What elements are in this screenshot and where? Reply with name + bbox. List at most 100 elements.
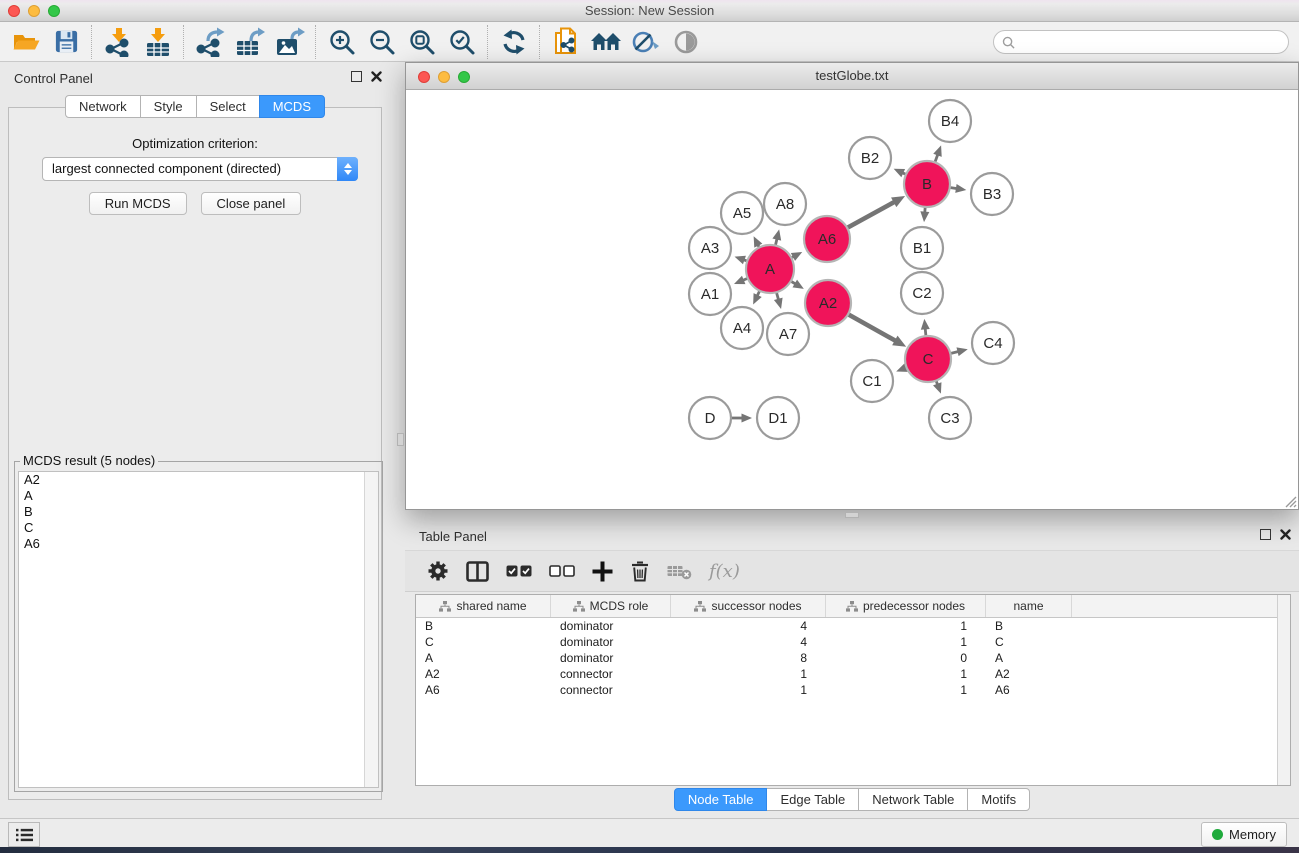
- zoom-fit-button[interactable]: [402, 24, 442, 60]
- save-session-button[interactable]: [46, 24, 86, 60]
- tab-motifs[interactable]: Motifs: [967, 788, 1030, 811]
- mcds-result-list[interactable]: A2ABCA6: [18, 471, 379, 788]
- search-field[interactable]: [993, 30, 1289, 54]
- tab-network-table[interactable]: Network Table: [858, 788, 968, 811]
- table-cell: 4: [671, 634, 826, 650]
- table-row[interactable]: Bdominator41B: [416, 618, 1290, 634]
- split-view-button[interactable]: [466, 561, 489, 582]
- memory-status-icon: [1212, 829, 1223, 840]
- mcds-result-item[interactable]: A: [19, 488, 378, 504]
- mcds-result-item[interactable]: B: [19, 504, 378, 520]
- tab-style[interactable]: Style: [140, 95, 197, 118]
- result-list-scrollbar[interactable]: [364, 472, 378, 787]
- graph-edge-A2-C[interactable]: [848, 314, 897, 341]
- hide-labels-button[interactable]: [626, 24, 666, 60]
- status-bar: Memory: [0, 818, 1299, 847]
- tab-mcds[interactable]: MCDS: [259, 95, 325, 118]
- table-cell: 1: [826, 666, 986, 682]
- delete-column-button[interactable]: [630, 560, 650, 582]
- mcds-result-groupbox: MCDS result (5 nodes) A2ABCA6: [14, 461, 383, 792]
- criterion-dropdown-value: largest connected component (directed): [52, 161, 281, 176]
- delete-table-button[interactable]: [667, 562, 692, 580]
- eye-button[interactable]: [666, 24, 706, 60]
- table-cell: 4: [671, 618, 826, 634]
- close-panel-icon[interactable]: [371, 71, 382, 82]
- table-cell: dominator: [551, 650, 671, 666]
- dropdown-stepper-icon: [337, 157, 358, 181]
- resize-grip-icon[interactable]: [1283, 494, 1297, 508]
- zoom-in-button[interactable]: [322, 24, 362, 60]
- tab-select[interactable]: Select: [196, 95, 260, 118]
- node-table: shared nameMCDS rolesuccessor nodesprede…: [415, 594, 1291, 786]
- graph-edge-arrowhead: [772, 229, 781, 240]
- table-cell: B: [416, 618, 551, 634]
- mcds-result-item[interactable]: A6: [19, 536, 378, 552]
- save-icon: [53, 28, 80, 55]
- refresh-button[interactable]: [494, 24, 534, 60]
- table-scrollbar[interactable]: [1277, 595, 1290, 785]
- function-builder-button[interactable]: f(x): [709, 561, 740, 582]
- close-panel-button[interactable]: Close panel: [201, 192, 302, 215]
- export-table-button[interactable]: [230, 24, 270, 60]
- list-icon: [16, 828, 33, 842]
- float-panel-icon[interactable]: [351, 71, 362, 82]
- horizontal-splitter-handle[interactable]: [845, 512, 859, 518]
- graph-edge-A6-B[interactable]: [847, 201, 895, 228]
- run-mcds-button[interactable]: Run MCDS: [89, 192, 187, 215]
- import-network-icon: [104, 27, 132, 57]
- graph-edge-arrowhead: [920, 211, 929, 222]
- tab-node-table[interactable]: Node Table: [674, 788, 768, 811]
- duplicate-network-button[interactable]: [546, 24, 586, 60]
- table-cell: 0: [826, 650, 986, 666]
- window-title: Session: New Session: [0, 3, 1299, 18]
- table-row[interactable]: A2connector11A2: [416, 666, 1290, 682]
- homes-button[interactable]: [586, 24, 626, 60]
- table-row[interactable]: Cdominator41C: [416, 634, 1290, 650]
- import-network-button[interactable]: [98, 24, 138, 60]
- zoom-selected-icon: [448, 28, 476, 56]
- table-settings-button[interactable]: [427, 560, 449, 582]
- network-window-titlebar: testGlobe.txt: [406, 63, 1298, 90]
- table-cell: 1: [671, 666, 826, 682]
- criterion-dropdown[interactable]: largest connected component (directed): [42, 157, 358, 181]
- graph-node-label: A3: [701, 240, 719, 257]
- deselect-all-columns-button[interactable]: [549, 565, 575, 577]
- float-table-panel-icon[interactable]: [1260, 529, 1271, 540]
- close-table-panel-icon[interactable]: [1280, 529, 1291, 540]
- column-header-name[interactable]: name: [986, 595, 1072, 617]
- column-header-MCDS-role[interactable]: MCDS role: [551, 595, 671, 617]
- column-header-shared-name[interactable]: shared name: [416, 595, 551, 617]
- tab-edge-table[interactable]: Edge Table: [766, 788, 859, 811]
- zoom-selected-button[interactable]: [442, 24, 482, 60]
- column-header-successor-nodes[interactable]: successor nodes: [671, 595, 826, 617]
- table-row[interactable]: A6connector11A6: [416, 682, 1290, 698]
- add-column-button[interactable]: [592, 561, 613, 582]
- tab-network[interactable]: Network: [65, 95, 141, 118]
- zoom-out-button[interactable]: [362, 24, 402, 60]
- open-session-button[interactable]: [6, 24, 46, 60]
- table-cell: C: [986, 634, 1072, 650]
- import-table-button[interactable]: [138, 24, 178, 60]
- mcds-result-title: MCDS result (5 nodes): [20, 453, 158, 468]
- toolbar-separator: [315, 25, 317, 59]
- task-history-button[interactable]: [8, 822, 40, 847]
- table-cell: 1: [826, 618, 986, 634]
- mcds-result-item[interactable]: A2: [19, 472, 378, 488]
- table-cell: A6: [416, 682, 551, 698]
- column-header-predecessor-nodes[interactable]: predecessor nodes: [826, 595, 986, 617]
- graph-node-label: A6: [818, 231, 836, 248]
- graph-node-label: D: [705, 410, 716, 427]
- vertical-splitter-handle[interactable]: [397, 433, 404, 446]
- memory-button[interactable]: Memory: [1201, 822, 1287, 847]
- network-graph-canvas[interactable]: B4B2BB3A8A5A6A3B1AA1C2A2A4A7C4CC1C3DD1: [406, 90, 1298, 509]
- export-image-button[interactable]: [270, 24, 310, 60]
- graph-node-label: A4: [733, 320, 751, 337]
- search-input[interactable]: [1019, 34, 1280, 51]
- select-all-columns-button[interactable]: [506, 565, 532, 577]
- mcds-result-item[interactable]: C: [19, 520, 378, 536]
- table-row[interactable]: Adominator80A: [416, 650, 1290, 666]
- graph-edge-arrowhead: [955, 184, 966, 193]
- table-toolbar: f(x): [405, 550, 1299, 592]
- export-network-button[interactable]: [190, 24, 230, 60]
- table-cell: dominator: [551, 618, 671, 634]
